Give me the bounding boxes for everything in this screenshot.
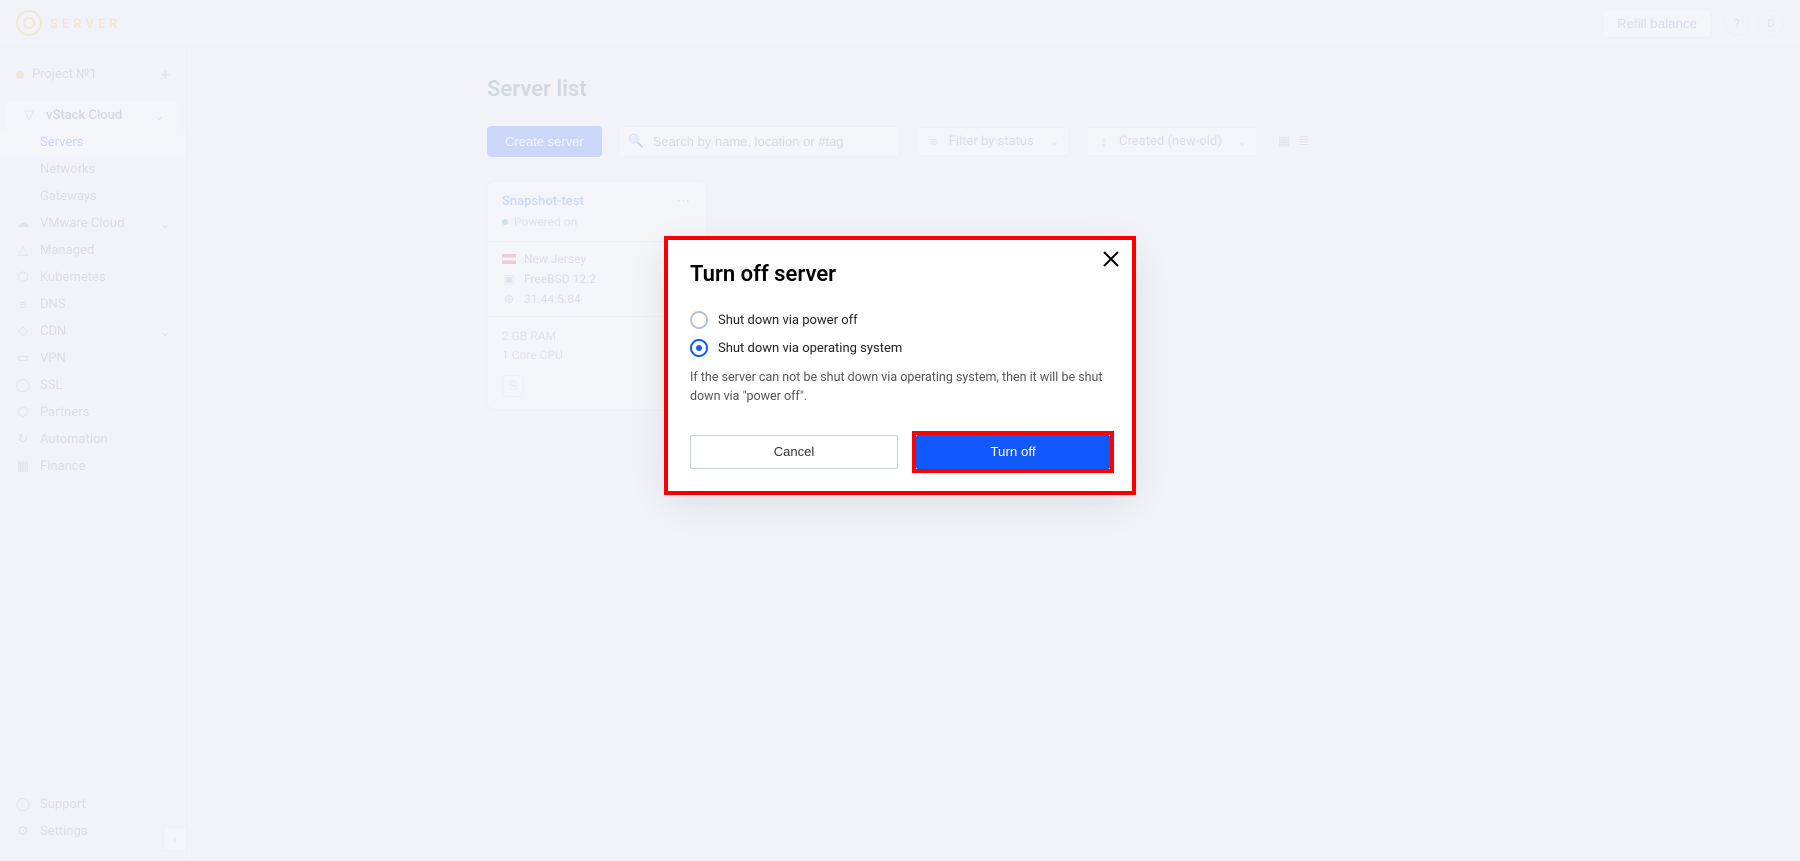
turn-off-button[interactable]: Turn off: [916, 435, 1110, 469]
turn-off-modal: Turn off server Shut down via power off …: [668, 240, 1132, 491]
modal-title: Turn off server: [690, 262, 1110, 287]
modal-actions: Cancel Turn off: [690, 435, 1110, 469]
radio-label: Shut down via operating system: [718, 341, 902, 356]
modal-overlay: Turn off server Shut down via power off …: [0, 0, 1800, 860]
radio-option-os[interactable]: Shut down via operating system: [690, 339, 1110, 357]
radio-icon: [690, 311, 708, 329]
radio-checked-icon: [690, 339, 708, 357]
close-icon[interactable]: [1102, 250, 1120, 272]
modal-note: If the server can not be shut down via o…: [690, 369, 1110, 407]
cancel-button[interactable]: Cancel: [690, 435, 898, 469]
radio-label: Shut down via power off: [718, 313, 858, 328]
radio-option-poweroff[interactable]: Shut down via power off: [690, 311, 1110, 329]
